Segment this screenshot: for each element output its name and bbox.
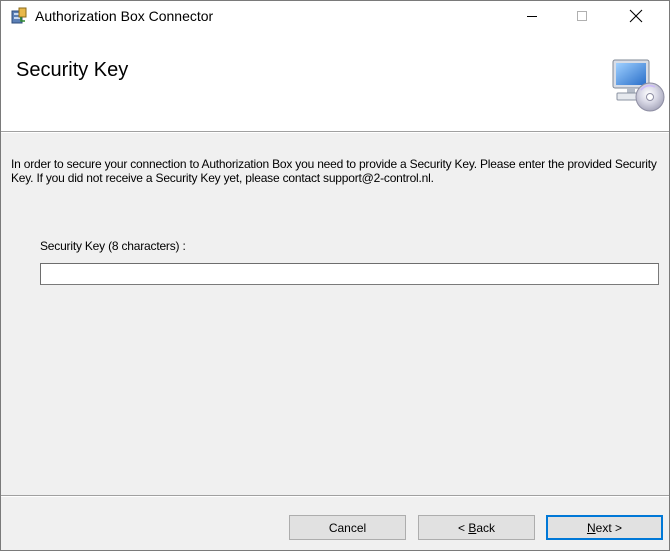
maximize-icon (577, 11, 587, 21)
back-prefix: < (457, 520, 469, 535)
instruction-text: In order to secure your connection to Au… (11, 157, 657, 185)
page-title: Security Key (16, 59, 129, 81)
window-title: Authorization Box Connector (35, 8, 214, 24)
cancel-button-label: Cancel (328, 520, 367, 535)
header-banner: Security Key (1, 31, 669, 131)
banner-separator (1, 131, 669, 133)
minimize-icon (527, 16, 537, 17)
minimize-button[interactable] (509, 1, 555, 31)
close-icon (629, 9, 643, 23)
maximize-button[interactable] (559, 1, 605, 31)
back-button[interactable]: < Back (418, 515, 535, 540)
installer-app-icon (11, 7, 27, 24)
title-bar[interactable]: Authorization Box Connector (1, 1, 669, 31)
security-key-label: Security Key (8 characters) : (40, 239, 186, 253)
installer-window: Authorization Box Connector Security Key (0, 0, 670, 551)
next-button-label: Next > (587, 521, 622, 535)
security-key-input[interactable] (40, 263, 659, 285)
close-button[interactable] (613, 1, 659, 31)
back-rest: ack (476, 520, 496, 535)
back-button-label: < Back (458, 521, 495, 535)
next-mnemonic: N (586, 520, 596, 535)
next-button[interactable]: Next > (546, 515, 663, 540)
computer-disc-icon (612, 59, 665, 112)
footer-separator (1, 495, 669, 497)
cancel-button[interactable]: Cancel (289, 515, 406, 540)
next-rest: ext > (595, 520, 623, 535)
